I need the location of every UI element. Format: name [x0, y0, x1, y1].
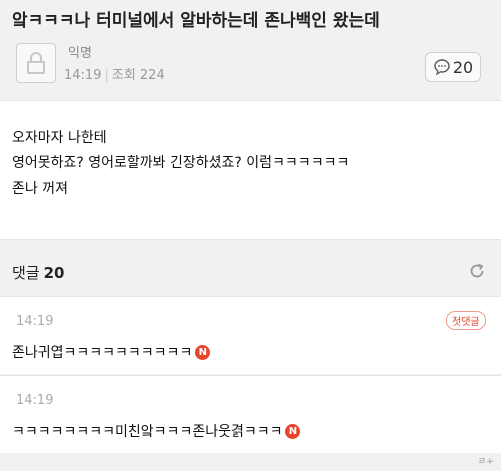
comment-count: 20 [452, 57, 474, 77]
watermark: ㄹ+ [478, 457, 494, 467]
first-comment-badge: 첫댓글 [446, 311, 486, 330]
comments-label-text: 댓글 [12, 264, 40, 282]
post-meta: 익명 14:19 | 조회 224 20 [0, 40, 501, 92]
post-content: 오자마자 나한테 영어못하죠? 영어로할까봐 긴장하셨죠? 이럼ㅋㅋㅋㅋㅋㅋ 존… [0, 100, 501, 240]
comment-body: ㅋㅋㅋㅋㅋㅋㅋㅋ미친앜ㅋㅋㅋ존나웃겱ㅋㅋㅋ [12, 424, 283, 440]
comment-item: 14:19 ㅋㅋㅋㅋㅋㅋㅋㅋ미친앜ㅋㅋㅋ존나웃겱ㅋㅋㅋ N [0, 375, 501, 453]
comment-time: 14:19 [16, 314, 54, 329]
post-title: 앜ㅋㅋㅋ나 터미널에서 알바하는데 존나백인 왔는데 [12, 11, 380, 31]
divider: | [104, 68, 109, 83]
speech-bubble-icon [434, 59, 450, 76]
new-badge-icon: N [195, 344, 211, 360]
new-badge-icon: N [285, 423, 301, 439]
comments-total: 20 [43, 264, 65, 282]
comment-item: 14:19 첫댓글 존나귀엽ㅋㅋㅋㅋㅋㅋㅋㅋㅋㅋ N [0, 296, 501, 374]
comment-body: 존나귀엽ㅋㅋㅋㅋㅋㅋㅋㅋㅋㅋ [12, 345, 193, 361]
comments-header: 댓글 20 [0, 248, 501, 294]
comments-label: 댓글 20 [12, 262, 64, 283]
anonymous-lock-icon [27, 52, 45, 74]
post-time-views: 14:19 | 조회 224 [64, 64, 165, 83]
comment-text: 존나귀엽ㅋㅋㅋㅋㅋㅋㅋㅋㅋㅋ N [12, 342, 211, 362]
content-line: 영어못하죠? 영어로할까봐 긴장하셨죠? 이럼ㅋㅋㅋㅋㅋㅋ [12, 155, 350, 171]
avatar [16, 43, 56, 83]
refresh-icon [470, 263, 484, 278]
post-views: 조회 224 [111, 68, 165, 83]
comment-text: ㅋㅋㅋㅋㅋㅋㅋㅋ미친앜ㅋㅋㅋ존나웃겱ㅋㅋㅋ N [12, 421, 301, 441]
post-time: 14:19 [64, 68, 102, 83]
content-line: 존나 꺼져 [12, 181, 68, 197]
content-line: 오자마자 나한테 [12, 130, 107, 146]
comment-time: 14:19 [16, 393, 54, 408]
refresh-button[interactable] [466, 260, 488, 282]
comment-count-button[interactable]: 20 [425, 52, 481, 82]
author-name: 익명 [68, 46, 92, 61]
